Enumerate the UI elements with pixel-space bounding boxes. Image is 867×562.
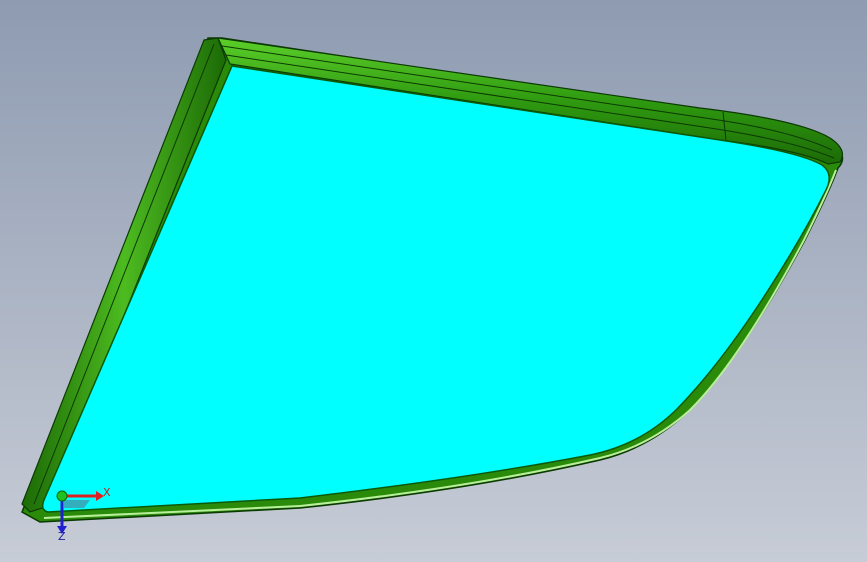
orientation-triad: X Z [40, 478, 120, 548]
window-glass-model[interactable] [0, 0, 867, 562]
x-axis-label: X [103, 486, 111, 499]
z-axis-label: Z [58, 530, 66, 543]
graphics-viewport[interactable]: X Z [0, 0, 867, 562]
y-axis-origin [56, 490, 68, 502]
triad-plane [64, 500, 90, 508]
